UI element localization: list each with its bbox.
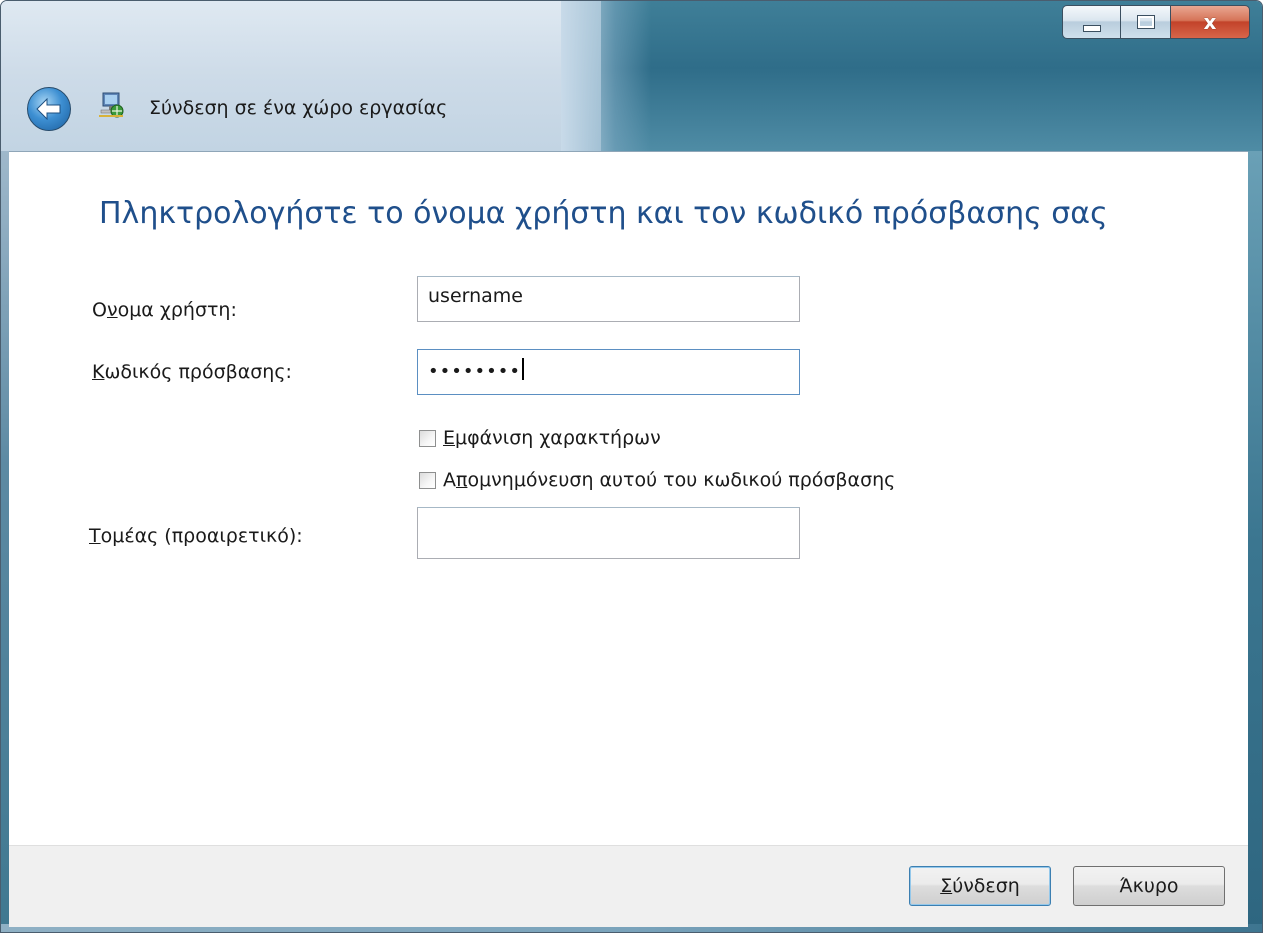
show-characters-option[interactable]: Εμφάνιση χαρακτήρων (419, 427, 661, 449)
remember-password-option[interactable]: Απομνημόνευση αυτού του κωδικού πρόσβαση… (419, 469, 895, 491)
dialog-footer: Σύνδεση Άκυρο (9, 845, 1248, 927)
caption-buttons: x (1062, 5, 1250, 39)
remember-password-checkbox[interactable] (419, 471, 436, 489)
maximize-icon (1136, 15, 1155, 29)
title-bar-glass-light (1, 1, 621, 151)
show-characters-label: Εμφάνιση χαρακτήρων (443, 427, 661, 449)
back-button[interactable] (27, 87, 71, 131)
domain-label: Τομέας (προαιρετικό): (89, 525, 303, 547)
title-bar-glass-streak (561, 1, 651, 151)
minimize-button[interactable] (1062, 5, 1120, 39)
username-field[interactable]: username (417, 276, 800, 322)
remember-password-label: Απομνημόνευση αυτού του κωδικού πρόσβαση… (443, 469, 896, 491)
window-right-border (1246, 151, 1262, 932)
connect-button[interactable]: Σύνδεση (909, 866, 1051, 906)
window-left-border (1, 151, 9, 932)
password-label: Κωδικός πρόσβασης: (92, 361, 292, 383)
window-title: Σύνδεση σε ένα χώρο εργασίας (149, 97, 448, 119)
text-caret (521, 358, 524, 380)
minimize-icon (1082, 24, 1101, 32)
network-workplace-icon (99, 92, 124, 118)
dialog-window: x Σύνδεση σε ένα χώρο εργασίας Πληκτρολο… (0, 0, 1263, 933)
password-field[interactable]: •••••••• (417, 349, 800, 395)
password-mask: •••••••• (428, 361, 521, 382)
domain-field[interactable] (417, 507, 800, 559)
close-button[interactable]: x (1170, 5, 1250, 39)
username-label: Ονομα χρήστη: (92, 299, 237, 321)
maximize-button[interactable] (1120, 5, 1170, 39)
cancel-button[interactable]: Άκυρο (1073, 866, 1225, 906)
back-arrow-icon (36, 98, 61, 120)
show-characters-checkbox[interactable] (419, 429, 436, 447)
dialog-content: Πληκτρολογήστε το όνομα χρήστη και τον κ… (9, 151, 1248, 846)
close-icon: x (1203, 10, 1217, 34)
instruction-heading: Πληκτρολογήστε το όνομα χρήστη και τον κ… (99, 196, 1108, 231)
